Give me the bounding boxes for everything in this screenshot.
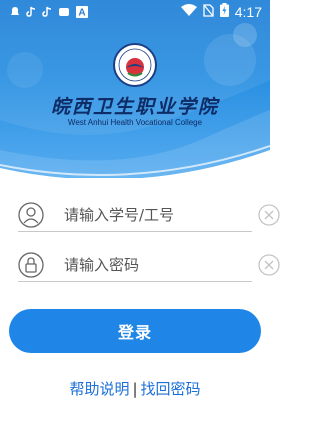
help-link[interactable]: 帮助说明 xyxy=(69,380,129,398)
username-input[interactable] xyxy=(64,205,258,224)
link-separator: | xyxy=(132,380,138,398)
battery-charging-icon xyxy=(219,3,229,21)
recover-password-link[interactable]: 找回密码 xyxy=(141,380,201,398)
wifi-icon xyxy=(180,4,197,20)
lock-icon xyxy=(18,251,44,278)
header-banner: A 4:17 皖西卫生职业学院 West Anhui Health Vocati… xyxy=(0,0,270,178)
clear-password-icon[interactable] xyxy=(258,253,280,277)
school-name-english: West Anhui Health Vocational College xyxy=(67,118,203,127)
user-icon xyxy=(18,201,44,228)
banner-background xyxy=(0,0,270,178)
notification-icon xyxy=(10,6,20,18)
message-icon xyxy=(58,7,70,18)
help-links: 帮助说明 | 找回密码 xyxy=(0,378,270,399)
clear-username-icon[interactable] xyxy=(258,203,280,227)
school-name-chinese: 皖西卫生职业学院 xyxy=(50,96,219,118)
password-field-row xyxy=(18,248,280,282)
app-a-icon: A xyxy=(76,6,88,18)
status-bar: A 4:17 xyxy=(0,0,270,24)
login-button[interactable]: 登录 xyxy=(9,309,261,353)
tiktok-icon xyxy=(26,6,36,18)
status-time: 4:17 xyxy=(234,4,262,20)
tiktok-icon xyxy=(42,6,52,18)
school-logo xyxy=(113,43,157,87)
svg-text:A: A xyxy=(78,8,85,19)
no-sim-icon xyxy=(203,3,214,21)
username-field-row xyxy=(18,198,280,232)
password-input[interactable] xyxy=(64,255,258,274)
